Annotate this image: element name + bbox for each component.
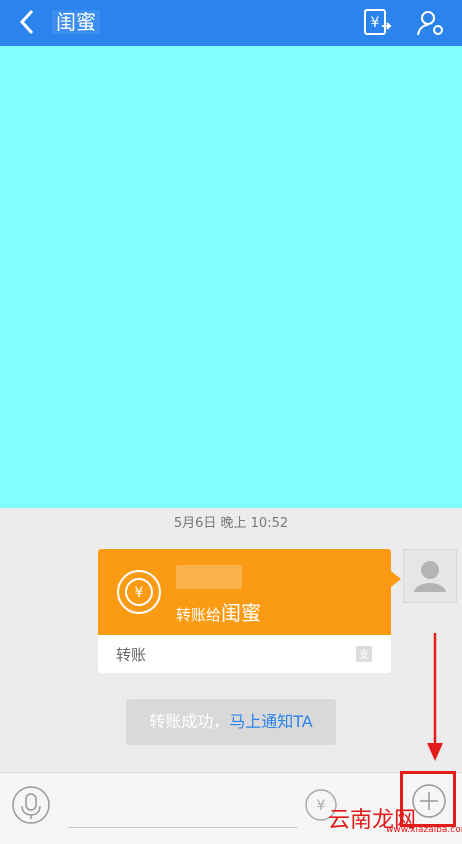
transfer-card-text: 转账给闺蜜	[176, 597, 261, 626]
transfer-card-header: ¥ 转账给闺蜜	[98, 549, 391, 635]
microphone-icon[interactable]	[11, 785, 51, 825]
bubble-tail	[391, 571, 401, 587]
transfer-prefix: 转账给	[176, 606, 222, 624]
chat-title: 闺蜜	[52, 10, 100, 34]
plus-icon[interactable]	[411, 783, 447, 819]
transfer-icon[interactable]: ¥	[362, 8, 392, 38]
svg-text:¥: ¥	[317, 798, 326, 814]
transfer-recipient: 闺蜜	[221, 601, 262, 625]
notify-link[interactable]: 马上通知TA	[229, 712, 312, 731]
message-input[interactable]	[68, 783, 298, 828]
back-icon[interactable]	[16, 8, 40, 36]
svg-text:¥: ¥	[135, 585, 144, 601]
watermark-url: www.xiazaiba.com	[386, 825, 462, 835]
transfer-card-footer: 转账 支	[98, 635, 391, 673]
alipay-icon: 支	[356, 646, 372, 662]
transfer-card[interactable]: ¥ 转账给闺蜜 转账 支	[98, 549, 401, 673]
transfer-success-notice: 转账成功，马上通知TA	[126, 699, 336, 745]
notice-text: 转账成功，	[149, 712, 230, 731]
blurred-amount	[176, 565, 242, 589]
top-bar: 闺蜜 ¥	[0, 0, 462, 46]
svg-text:支: 支	[359, 649, 369, 661]
red-arrow-annotation	[427, 633, 443, 761]
blank-content-area	[0, 46, 462, 508]
transfer-coin-icon: ¥	[117, 570, 161, 614]
avatar[interactable]	[403, 549, 457, 603]
transfer-footer-label: 转账	[116, 646, 147, 664]
profile-settings-icon[interactable]	[416, 8, 446, 38]
person-icon	[414, 561, 446, 592]
svg-text:¥: ¥	[371, 15, 380, 31]
message-date: 5月6日 晚上 10:52	[173, 516, 289, 531]
